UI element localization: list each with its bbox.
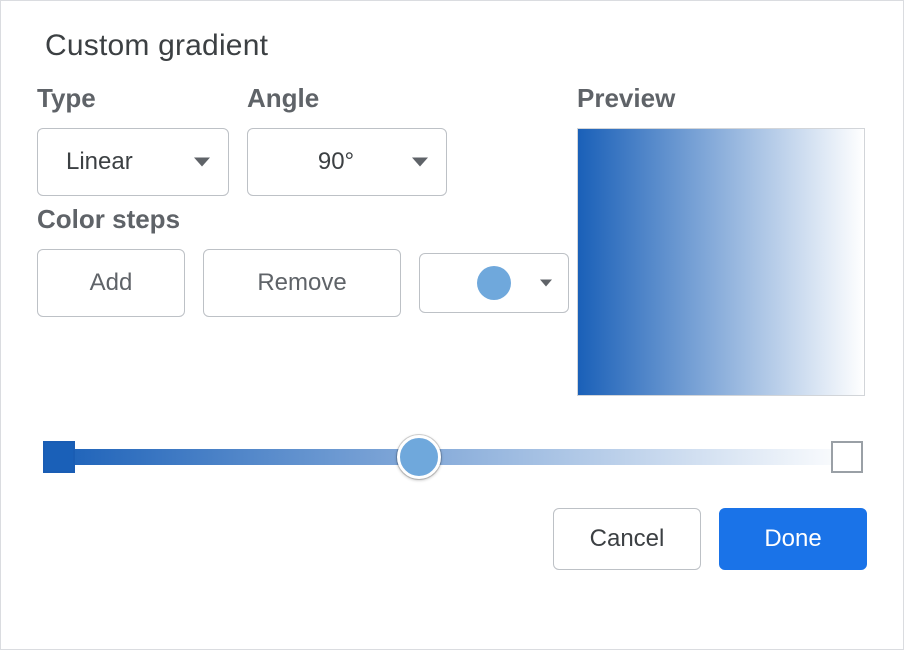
remove-button[interactable]: Remove <box>203 249 401 317</box>
add-button[interactable]: Add <box>37 249 185 317</box>
slider-track <box>47 449 857 465</box>
color-steps-label: Color steps <box>37 204 577 235</box>
gradient-slider[interactable] <box>37 432 867 482</box>
angle-value: 90° <box>270 148 402 176</box>
upper-section: Type Linear Angle 90° Color steps Add <box>37 83 867 396</box>
type-value: Linear <box>60 148 184 176</box>
preview-label: Preview <box>577 83 867 114</box>
chevron-down-icon <box>540 280 552 287</box>
preview-column: Preview <box>577 83 867 396</box>
custom-gradient-panel: Custom gradient Type Linear Angle 90° <box>0 0 904 650</box>
controls-column: Type Linear Angle 90° Color steps Add <box>37 83 577 317</box>
color-swatch-icon <box>477 266 511 300</box>
color-select[interactable] <box>419 253 569 313</box>
cancel-button[interactable]: Cancel <box>553 508 701 570</box>
gradient-handle[interactable] <box>397 435 441 479</box>
type-field: Type Linear <box>37 83 229 196</box>
color-steps-row: Add Remove <box>37 249 577 317</box>
type-select[interactable]: Linear <box>37 128 229 196</box>
gradient-stop-start[interactable] <box>43 441 75 473</box>
footer: Cancel Done <box>37 508 867 570</box>
panel-title: Custom gradient <box>37 29 867 63</box>
done-button[interactable]: Done <box>719 508 867 570</box>
chevron-down-icon <box>412 158 428 167</box>
angle-field: Angle 90° <box>247 83 447 196</box>
gradient-stop-end[interactable] <box>831 441 863 473</box>
type-angle-row: Type Linear Angle 90° <box>37 83 577 196</box>
chevron-down-icon <box>194 158 210 167</box>
type-label: Type <box>37 83 229 114</box>
angle-select[interactable]: 90° <box>247 128 447 196</box>
angle-label: Angle <box>247 83 447 114</box>
preview-box <box>577 128 865 396</box>
